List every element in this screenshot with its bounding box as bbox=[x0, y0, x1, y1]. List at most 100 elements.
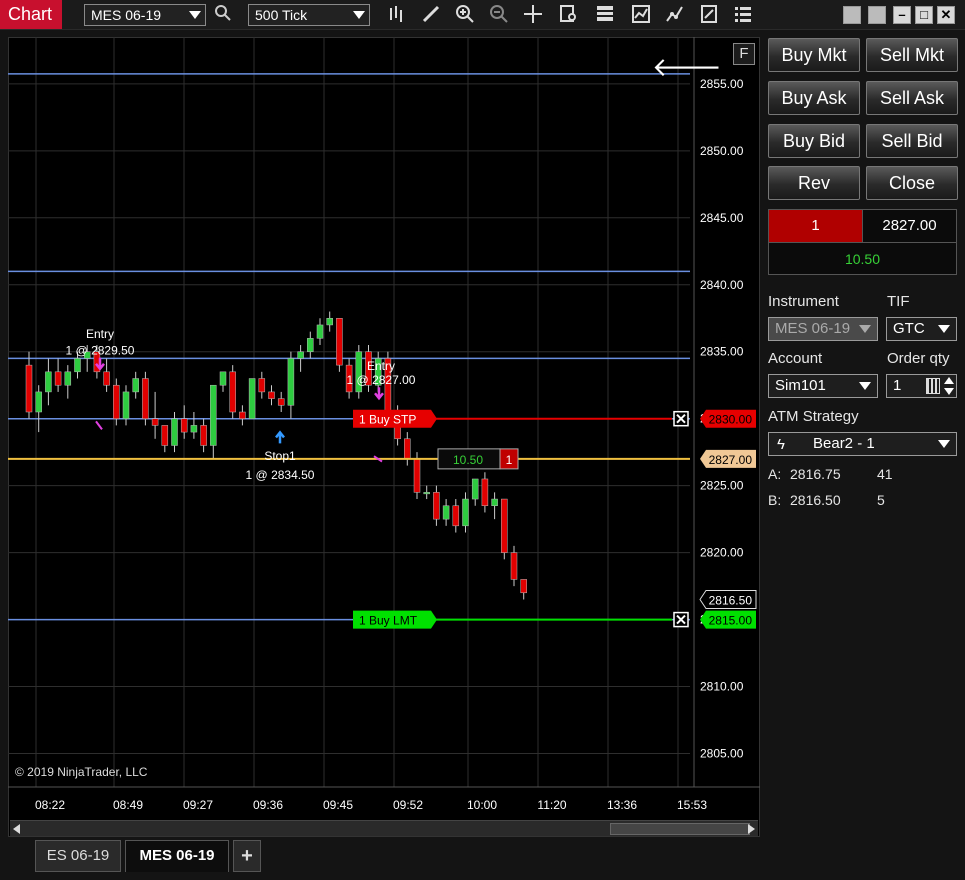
order-price-tag-label: 2830.00 bbox=[709, 413, 753, 427]
candle-body bbox=[64, 371, 72, 386]
sell-bid-button[interactable]: Sell Bid bbox=[866, 124, 958, 158]
sell-market-button[interactable]: Sell Mkt bbox=[866, 38, 958, 72]
candle-body bbox=[307, 338, 314, 352]
candle-body bbox=[239, 411, 246, 419]
candle-body bbox=[462, 498, 469, 527]
add-tab-button[interactable]: + bbox=[233, 840, 261, 872]
chevron-down-icon bbox=[859, 382, 871, 390]
calculator-icon[interactable] bbox=[926, 378, 940, 394]
chevron-down-icon bbox=[859, 325, 871, 333]
candle-body bbox=[481, 478, 489, 507]
bid-size: 5 bbox=[877, 492, 885, 508]
candle-body bbox=[45, 371, 52, 393]
candle-body bbox=[404, 438, 411, 460]
candle-body bbox=[471, 478, 479, 500]
candle-body bbox=[229, 371, 236, 413]
tab-es-06-19[interactable]: ES 06-19 bbox=[35, 840, 121, 872]
instrument-link-button[interactable] bbox=[868, 6, 886, 24]
scroll-left-icon[interactable] bbox=[13, 824, 20, 834]
tab-mes-06-19[interactable]: MES 06-19 bbox=[125, 840, 229, 872]
candle-body bbox=[433, 492, 440, 520]
data-box-icon[interactable] bbox=[558, 4, 580, 26]
candle-body bbox=[54, 371, 62, 386]
candle-body bbox=[210, 384, 217, 446]
chart-trader-icon[interactable] bbox=[732, 4, 754, 26]
order-qty-stepper[interactable]: 1 bbox=[886, 374, 957, 398]
atm-strategy-dropdown[interactable]: ϟ Bear2 - 1 bbox=[768, 432, 957, 456]
position-price-tag-label: 2827.00 bbox=[709, 453, 753, 467]
chevron-down-icon bbox=[353, 11, 365, 19]
execution-marker bbox=[95, 420, 103, 431]
zoom-out-icon[interactable] bbox=[488, 4, 510, 26]
execution-sublabel: 1 @ 2834.50 bbox=[246, 468, 315, 482]
maximize-button[interactable]: □ bbox=[915, 6, 933, 24]
minimize-button[interactable]: – bbox=[893, 6, 911, 24]
candle-body bbox=[219, 371, 227, 386]
candle-body bbox=[452, 505, 460, 527]
account-dropdown[interactable]: Sim101 bbox=[768, 374, 878, 398]
execution-sublabel: 1 @ 2827.00 bbox=[347, 373, 416, 387]
interval-selector[interactable]: 500 Tick bbox=[248, 4, 370, 26]
price-chart[interactable]: 2855.002850.002845.002840.002835.002830.… bbox=[8, 37, 760, 817]
tif-dropdown[interactable]: GTC bbox=[886, 317, 957, 341]
ask-size: 41 bbox=[877, 466, 893, 482]
account-label: Account bbox=[768, 350, 823, 367]
draw-tool-icon[interactable] bbox=[420, 4, 442, 26]
search-icon[interactable] bbox=[212, 4, 234, 26]
buy-market-button[interactable]: Buy Mkt bbox=[768, 38, 860, 72]
candle-body bbox=[180, 418, 188, 433]
price-axis-label: 2840.00 bbox=[700, 278, 744, 292]
buy-ask-button[interactable]: Buy Ask bbox=[768, 81, 860, 115]
candle-body bbox=[248, 378, 256, 419]
crosshair-icon[interactable] bbox=[522, 4, 544, 26]
position-pnl-label: 10.50 bbox=[453, 453, 483, 467]
reverse-button[interactable]: Rev bbox=[768, 166, 860, 200]
ask-label: A: bbox=[768, 466, 782, 482]
back-arrow-icon[interactable]: 🡐 bbox=[652, 52, 722, 83]
close-window-button[interactable]: ✕ bbox=[937, 6, 955, 24]
sell-ask-button[interactable]: Sell Ask bbox=[866, 81, 958, 115]
price-axis-label: 2820.00 bbox=[700, 546, 744, 560]
candle-body bbox=[442, 505, 450, 520]
candle-body bbox=[161, 425, 169, 446]
toolbar: Chart MES 06-19 500 Tick – □ ✕ bbox=[0, 0, 965, 30]
execution-arrow-up-icon bbox=[275, 430, 285, 444]
execution-label: Entry bbox=[367, 359, 395, 373]
order-price-tag-label: 2815.00 bbox=[709, 614, 753, 628]
candle-body bbox=[336, 318, 343, 366]
interval-selector-value: 500 Tick bbox=[255, 7, 308, 23]
properties-icon[interactable] bbox=[594, 4, 616, 26]
instrument-selector[interactable]: MES 06-19 bbox=[84, 4, 206, 26]
close-position-button[interactable]: Close bbox=[866, 166, 958, 200]
scroll-thumb[interactable] bbox=[610, 823, 750, 835]
tif-dropdown-value: GTC bbox=[893, 320, 925, 337]
zoom-in-icon[interactable] bbox=[454, 4, 476, 26]
buy-bid-button[interactable]: Buy Bid bbox=[768, 124, 860, 158]
account-dropdown-value: Sim101 bbox=[775, 377, 826, 394]
arrow-down-icon[interactable] bbox=[944, 388, 954, 395]
arrow-up-icon[interactable] bbox=[944, 377, 954, 384]
time-axis-label: 13:36 bbox=[607, 798, 637, 812]
last-price-label: 2816.50 bbox=[709, 594, 753, 608]
horizontal-scrollbar[interactable] bbox=[10, 820, 758, 836]
position-pnl: 10.50 bbox=[769, 242, 956, 274]
bar-type-icon[interactable] bbox=[386, 4, 408, 26]
stepper-arrows[interactable] bbox=[943, 376, 955, 396]
link-color-button[interactable] bbox=[843, 6, 861, 24]
indicators-icon[interactable] bbox=[630, 4, 652, 26]
candle-body bbox=[151, 418, 159, 426]
strategies-icon[interactable] bbox=[664, 4, 686, 26]
candle-body bbox=[413, 458, 421, 493]
time-axis-label: 15:53 bbox=[677, 798, 707, 812]
price-axis-label: 2845.00 bbox=[700, 211, 744, 225]
scroll-right-icon[interactable] bbox=[748, 824, 755, 834]
position-qty-label: 1 bbox=[506, 453, 513, 467]
candle-body bbox=[287, 358, 295, 406]
time-axis-label: 09:27 bbox=[183, 798, 213, 812]
ask-price: 2816.75 bbox=[790, 466, 841, 482]
chevron-down-icon bbox=[938, 440, 950, 448]
fit-button[interactable]: F bbox=[733, 43, 755, 65]
candle-body bbox=[35, 391, 42, 413]
templates-icon[interactable] bbox=[698, 4, 720, 26]
execution-arrow-down-icon bbox=[374, 387, 384, 401]
